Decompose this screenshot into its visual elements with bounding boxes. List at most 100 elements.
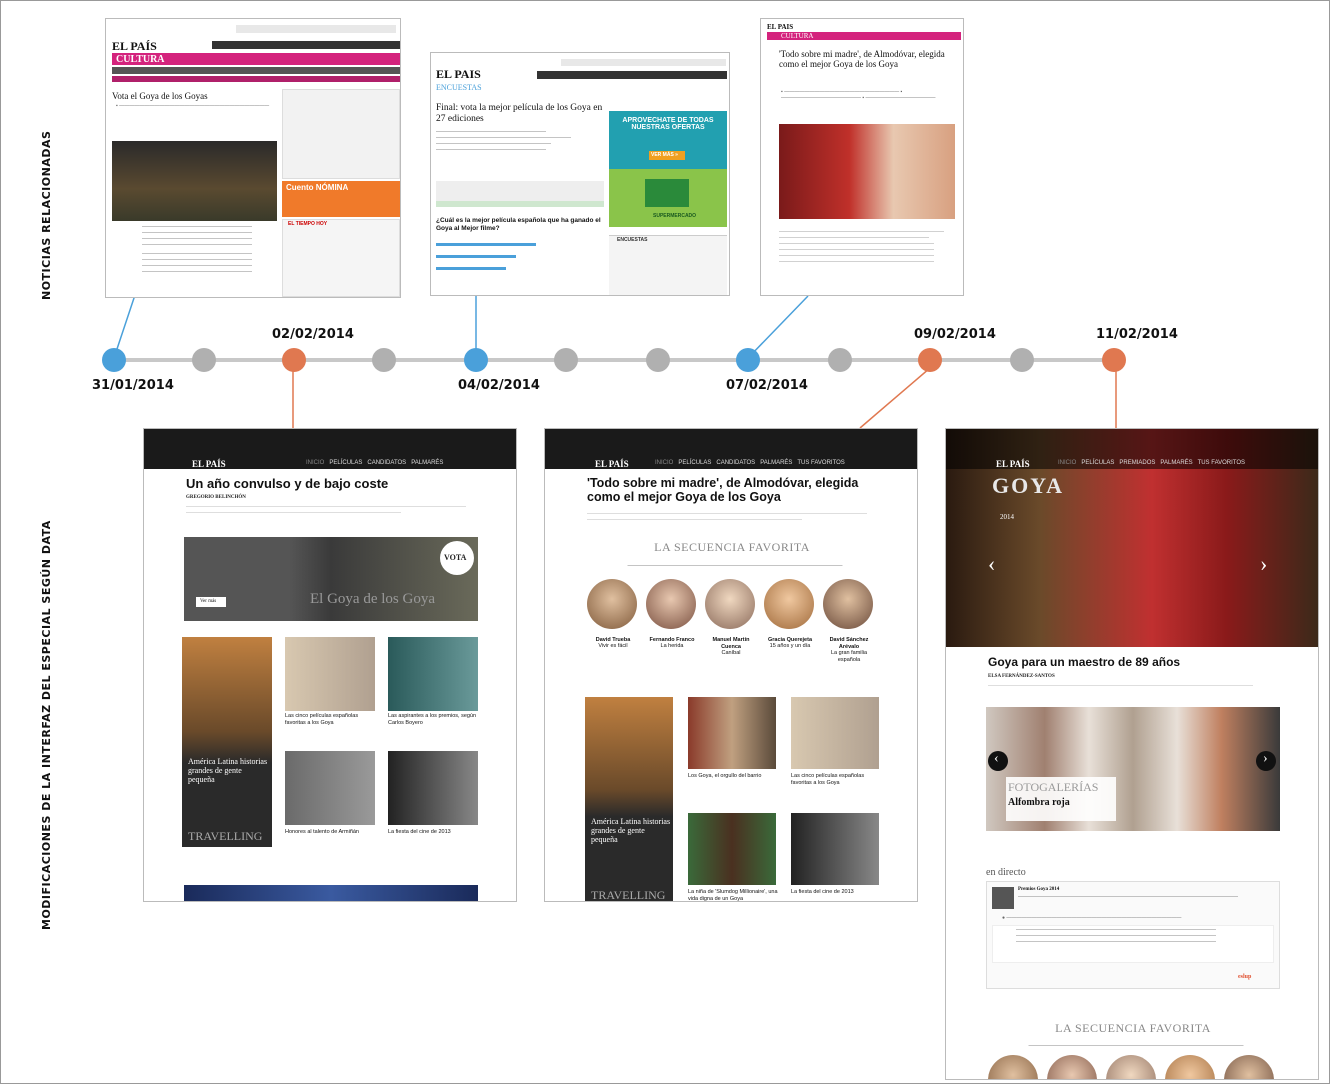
card-title[interactable]: Honores al talento de Armiñán — [285, 829, 377, 836]
date-label-3: 04/02/2014 — [458, 378, 540, 393]
page-title: Un año convulso y de bajo coste — [186, 476, 389, 491]
article-headline: 'Todo sobre mi madre', de Almodóvar, ele… — [779, 49, 945, 69]
card-photo[interactable] — [791, 813, 879, 885]
site-logo: EL PAÍS — [996, 459, 1030, 469]
director-name: Manuel Martín Cuenca — [712, 637, 750, 650]
live-item-badge — [992, 887, 1014, 909]
director-avatar[interactable] — [823, 579, 873, 629]
timeline-dot-6 — [554, 348, 578, 372]
timeline-dot-1 — [102, 348, 126, 372]
director-avatar[interactable] — [1165, 1055, 1215, 1079]
carousel-next-icon[interactable]: › — [1260, 551, 1267, 577]
card-title[interactable]: Las aspirantes a los premios, según Carl… — [388, 713, 480, 726]
newspaper-logo: EL PAIS — [436, 67, 481, 81]
travelling-card-footer: TRAVELLING — [188, 829, 263, 843]
nav-item[interactable]: PELÍCULAS — [1081, 460, 1114, 466]
site-nav: INICIO PELÍCULAS CANDIDATOS PALMARÉS TUS… — [655, 460, 845, 466]
card-photo[interactable] — [388, 637, 478, 711]
site-logo: EL PAÍS — [192, 459, 226, 469]
article-headline: Final: vota la mejor película de los Goy… — [436, 103, 603, 124]
nav-item[interactable]: TUS FAVORITOS — [797, 460, 844, 466]
director-film: La herida — [660, 643, 684, 649]
director-film: Vivir es fácil — [598, 643, 628, 649]
nav-item[interactable]: PALMARÉS — [760, 460, 792, 466]
nav-item[interactable]: INICIO — [306, 460, 324, 466]
travelling-card-title: América Latina historias grandes de gent… — [591, 817, 671, 844]
timeline-dot-7 — [646, 348, 670, 372]
director-name: David Sánchez Arévalo — [829, 637, 869, 650]
timeline-dot-10 — [918, 348, 942, 372]
newspaper-logo: EL PAIS — [767, 23, 794, 31]
chevron-right-icon[interactable]: › — [1263, 751, 1268, 767]
redesign-thumb-2: EL PAÍS INICIO PELÍCULAS CANDIDATOS PALM… — [544, 428, 918, 902]
director-avatar[interactable] — [1106, 1055, 1156, 1079]
site-nav: INICIO PELÍCULAS PREMIADOS PALMARÉS TUS … — [1058, 460, 1245, 466]
banner-button[interactable]: Ver más — [200, 599, 216, 604]
nav-item[interactable]: INICIO — [1058, 460, 1076, 466]
author: GREGORIO BELINCHÓN — [186, 495, 246, 500]
nav-item[interactable]: CANDIDATOS — [716, 460, 755, 466]
gallery-title: Alfombra roja — [1008, 797, 1070, 808]
redesign-thumb-1: EL PAÍS INICIO PELÍCULAS CANDIDATOS PALM… — [143, 428, 517, 902]
director-avatar[interactable] — [705, 579, 755, 629]
timeline-dot-8 — [736, 348, 760, 372]
card-photo[interactable] — [285, 637, 375, 711]
nav-item[interactable]: INICIO — [655, 460, 673, 466]
section-heading: LA SECUENCIA FAVORITA — [654, 540, 810, 554]
nav-item[interactable]: PELÍCULAS — [329, 460, 362, 466]
redesign-thumb-3: EL PAÍS INICIO PELÍCULAS PREMIADOS PALMA… — [945, 428, 1319, 1080]
chevron-left-icon[interactable]: ‹ — [994, 751, 999, 767]
banner-title: El Goya de los Goya — [310, 591, 435, 607]
director-film: 15 años y un día — [769, 643, 811, 649]
page-title: Goya para un maestro de 89 años — [988, 655, 1181, 669]
card-photo[interactable] — [285, 751, 375, 825]
carousel-prev-icon[interactable]: ‹ — [988, 551, 995, 577]
nav-item[interactable]: PALMARÉS — [1160, 460, 1192, 466]
timeline-dot-5 — [464, 348, 488, 372]
live-brand: eslup — [1238, 974, 1252, 980]
travelling-card[interactable] — [585, 697, 673, 901]
poll-question: ¿Cuál es la mejor película española que … — [436, 217, 601, 232]
card-title[interactable]: Las cinco películas españolas favoritas … — [285, 713, 377, 726]
timeline-dot-11 — [1010, 348, 1034, 372]
card-photo[interactable] — [791, 697, 879, 769]
card-title[interactable]: La fiesta del cine de 2013 — [388, 829, 480, 836]
section-heading: LA SECUENCIA FAVORITA — [1055, 1021, 1211, 1035]
director-avatar[interactable] — [1224, 1055, 1274, 1079]
section-name: CULTURA — [781, 32, 814, 40]
travelling-card-title: América Latina historias grandes de gent… — [188, 757, 268, 784]
nav-item[interactable]: PREMIADOS — [1119, 460, 1155, 466]
director-film: Caníbal — [721, 650, 741, 656]
connector-redesign2 — [859, 367, 931, 429]
article-headline: Vota el Goya de los Goyas — [112, 91, 208, 101]
card-photo[interactable] — [388, 751, 478, 825]
director-avatar[interactable] — [587, 579, 637, 629]
director-avatar[interactable] — [646, 579, 696, 629]
ad-text: APROVECHATE DE TODAS NUESTRAS OFERTAS — [622, 117, 714, 131]
director-avatar[interactable] — [988, 1055, 1038, 1079]
card-photo[interactable] — [688, 697, 776, 769]
card-photo[interactable] — [688, 813, 776, 885]
date-label-4: 07/02/2014 — [726, 378, 808, 393]
card-title[interactable]: La fiesta del cine de 2013 — [791, 889, 881, 896]
timeline-dot-9 — [828, 348, 852, 372]
card-title[interactable]: La niña de 'Slumdog Millionaire', una vi… — [688, 889, 778, 901]
hero-badge: GOYA — [992, 473, 1064, 498]
timeline-dot-12 — [1102, 348, 1126, 372]
nav-item[interactable]: CANDIDATOS — [367, 460, 406, 466]
director-avatar[interactable] — [764, 579, 814, 629]
travelling-card[interactable] — [182, 637, 272, 847]
card-title[interactable]: Las cinco películas españolas favoritas … — [791, 773, 881, 786]
sidebar-title: ENCUESTAS — [617, 237, 648, 243]
nav-item[interactable]: TUS FAVORITOS — [1198, 460, 1245, 466]
ad-button[interactable]: VER MÁS » — [651, 152, 678, 158]
director-avatar[interactable] — [1047, 1055, 1097, 1079]
nav-item[interactable]: PELÍCULAS — [678, 460, 711, 466]
newspaper-logo: EL PAÍS — [112, 39, 157, 53]
page-title: 'Todo sobre mi madre', de Almodóvar, ele… — [587, 476, 859, 504]
nav-item[interactable]: PALMARÉS — [411, 460, 443, 466]
site-nav: INICIO PELÍCULAS CANDIDATOS PALMARÉS — [306, 460, 443, 466]
section-name: CULTURA — [116, 54, 165, 65]
card-title[interactable]: Los Goya, el orgullo del barrio — [688, 773, 778, 780]
date-label-2: 02/02/2014 — [272, 327, 354, 342]
